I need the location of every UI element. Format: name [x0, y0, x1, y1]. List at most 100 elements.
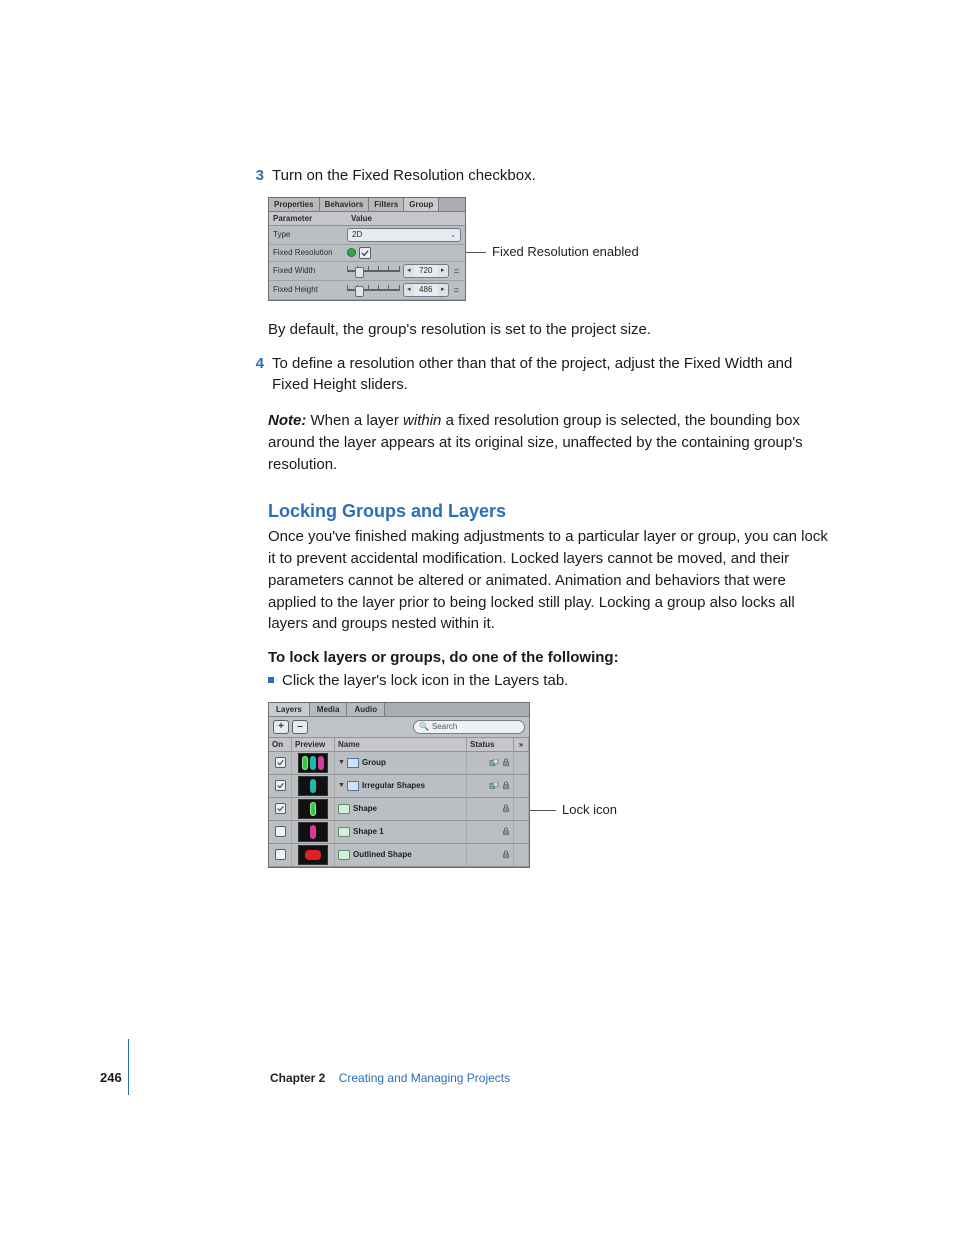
lock-icon[interactable] [502, 850, 510, 859]
layer-row-shape[interactable]: Shape [269, 798, 529, 821]
chapter-title: Creating and Managing Projects [339, 1071, 510, 1085]
layer-row-irregular-shapes[interactable]: ▼ Irregular Shapes [269, 775, 529, 798]
blend-icon[interactable] [489, 782, 499, 790]
callout-lock-icon: Lock icon [562, 802, 617, 817]
header-parameter: Parameter [269, 212, 347, 225]
visibility-checkbox[interactable] [275, 849, 286, 860]
stepper-left-icon[interactable]: ◂ [404, 265, 414, 277]
layers-header: On Preview Name Status » [269, 738, 529, 752]
note-label: Note: [268, 412, 306, 429]
header-on: On [269, 738, 292, 751]
layer-thumbnail [298, 822, 328, 842]
bullet-icon [268, 677, 274, 683]
step-4-text: To define a resolution other than that o… [272, 353, 828, 397]
tab-properties[interactable]: Properties [269, 198, 320, 211]
tab-layers[interactable]: Layers [269, 703, 310, 716]
callout-fixed-resolution: Fixed Resolution enabled [492, 244, 639, 259]
figure-inspector: Properties Behaviors Filters Group Param… [268, 197, 828, 301]
page-number: 246 [100, 1070, 140, 1085]
layer-name: Irregular Shapes [362, 781, 425, 790]
fixed-resolution-checkbox[interactable] [359, 247, 371, 259]
figure-layers: Layers Media Audio + – 🔍 Search On Previ… [268, 702, 828, 868]
visibility-checkbox[interactable] [275, 803, 286, 814]
row-fixed-height: Fixed Height ◂ 486 ▸ = [269, 281, 465, 300]
header-expand[interactable]: » [514, 738, 529, 751]
header-value: Value [347, 212, 465, 225]
header-preview: Preview [292, 738, 335, 751]
step-4-number: 4 [244, 353, 264, 375]
lock-icon[interactable] [502, 781, 510, 790]
slider-knob-icon[interactable] [355, 286, 364, 297]
visibility-checkbox[interactable] [275, 826, 286, 837]
fixed-height-stepper[interactable]: ◂ 486 ▸ [403, 283, 449, 297]
remove-button[interactable]: – [292, 720, 308, 734]
shape-icon [338, 850, 350, 860]
layer-thumbnail [298, 776, 328, 796]
step-3-number: 3 [244, 165, 264, 187]
layers-tabs: Layers Media Audio [269, 703, 529, 717]
content-column: 3 Turn on the Fixed Resolution checkbox.… [268, 165, 828, 868]
disclosure-triangle-icon[interactable]: ▼ [338, 759, 345, 766]
fixed-width-slider[interactable] [347, 266, 400, 276]
lock-icon[interactable] [502, 758, 510, 767]
layer-name: Outlined Shape [353, 850, 412, 859]
layer-row-outlined-shape[interactable]: Outlined Shape [269, 844, 529, 867]
header-name: Name [335, 738, 467, 751]
layers-panel: Layers Media Audio + – 🔍 Search On Previ… [268, 702, 530, 868]
keyframe-dot-icon[interactable] [347, 248, 356, 257]
type-dropdown[interactable]: 2D ⌄ [347, 228, 461, 242]
stepper-right-icon[interactable]: ▸ [438, 284, 448, 296]
step-3-body: By default, the group's resolution is se… [268, 319, 828, 341]
lock-icon[interactable] [502, 827, 510, 836]
inspector-header: Parameter Value [269, 212, 465, 226]
group-icon [347, 781, 359, 791]
stepper-right-icon[interactable]: ▸ [438, 265, 448, 277]
step-3-text: Turn on the Fixed Resolution checkbox. [272, 165, 536, 187]
fixed-width-stepper[interactable]: ◂ 720 ▸ [403, 264, 449, 278]
chevron-down-icon: ⌄ [450, 231, 456, 239]
tab-audio[interactable]: Audio [347, 703, 385, 716]
step-4: 4 To define a resolution other than that… [268, 353, 828, 397]
page: 3 Turn on the Fixed Resolution checkbox.… [0, 0, 954, 1235]
layer-row-shape-1[interactable]: Shape 1 [269, 821, 529, 844]
bullet-item: Click the layer's lock icon in the Layer… [268, 670, 828, 692]
disclosure-triangle-icon[interactable]: ▼ [338, 782, 345, 789]
search-input[interactable]: 🔍 Search [413, 720, 525, 734]
fixed-height-slider[interactable] [347, 285, 400, 295]
tab-behaviors[interactable]: Behaviors [320, 198, 370, 211]
note-text-1: When a layer [311, 412, 399, 429]
step-3: 3 Turn on the Fixed Resolution checkbox. [268, 165, 828, 187]
shape-icon [338, 804, 350, 814]
blend-icon[interactable] [489, 759, 499, 767]
equals-icon: = [452, 285, 461, 295]
group-icon [347, 758, 359, 768]
fixed-width-value: 720 [414, 265, 438, 277]
tab-group[interactable]: Group [404, 198, 439, 211]
stepper-left-icon[interactable]: ◂ [404, 284, 414, 296]
fixed-height-label: Fixed Height [269, 285, 347, 294]
callout-line [466, 197, 486, 253]
instruction-bold: To lock layers or groups, do one of the … [268, 649, 828, 666]
chapter-label: Chapter 2 [270, 1071, 325, 1085]
visibility-checkbox[interactable] [275, 780, 286, 791]
footer-rule [128, 1039, 129, 1095]
section-heading: Locking Groups and Layers [268, 501, 828, 522]
search-icon: 🔍 [419, 722, 429, 731]
checkmark-icon [361, 249, 369, 257]
layer-name: Shape [353, 804, 377, 813]
tab-media[interactable]: Media [310, 703, 348, 716]
note-emphasis: within [403, 412, 441, 429]
layer-name: Shape 1 [353, 827, 384, 836]
layer-row-group[interactable]: ▼Group [269, 752, 529, 775]
row-type: Type 2D ⌄ [269, 226, 465, 245]
tab-filters[interactable]: Filters [369, 198, 404, 211]
type-label: Type [269, 230, 347, 239]
fixed-resolution-label: Fixed Resolution [269, 248, 347, 257]
add-button[interactable]: + [273, 720, 289, 734]
slider-knob-icon[interactable] [355, 267, 364, 278]
chapter-footer: Chapter 2 Creating and Managing Projects [270, 1071, 510, 1085]
visibility-checkbox[interactable] [275, 757, 286, 768]
section-body: Once you've finished making adjustments … [268, 526, 828, 635]
equals-icon: = [452, 266, 461, 276]
lock-icon[interactable] [502, 804, 510, 813]
